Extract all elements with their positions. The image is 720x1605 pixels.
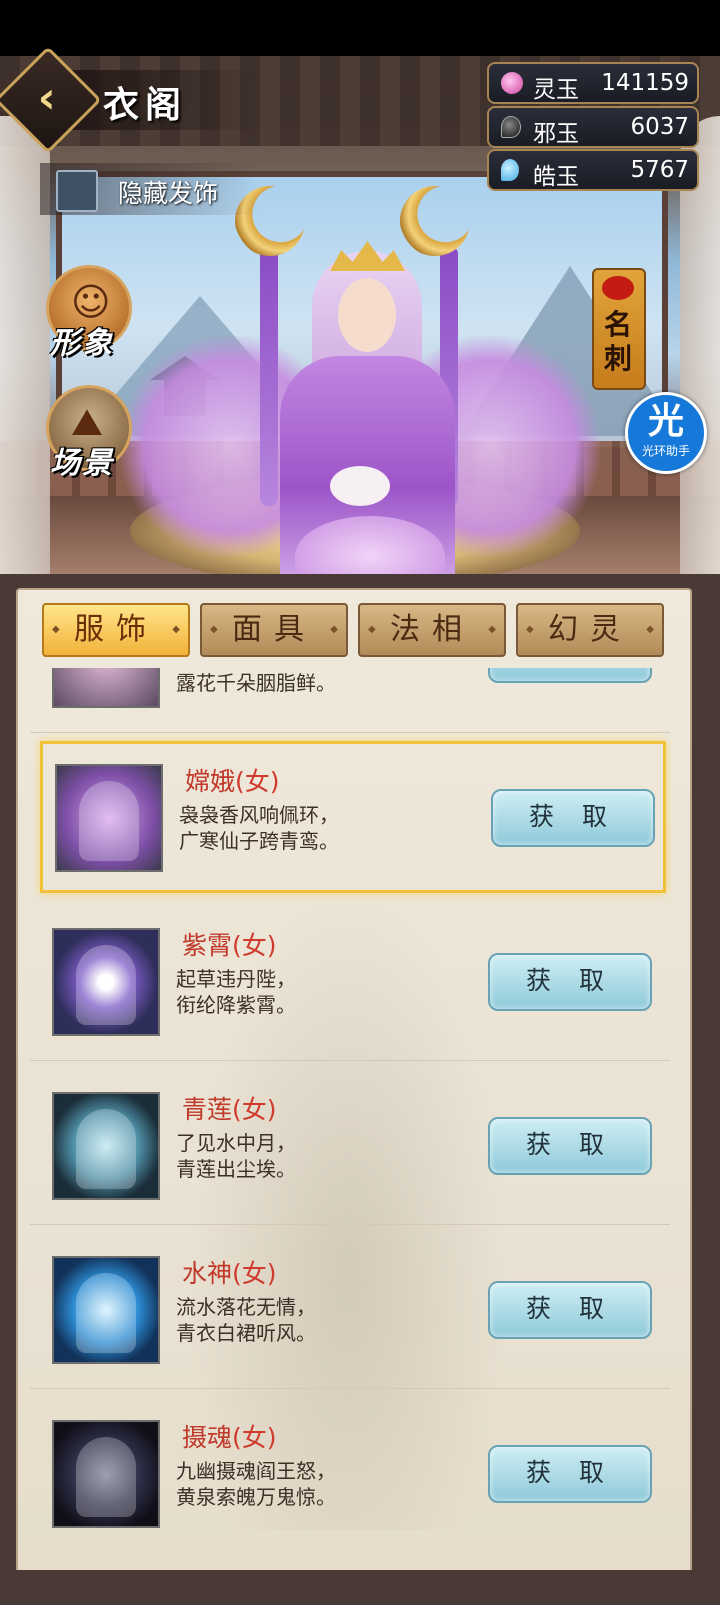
bottom-frame (0, 1570, 720, 1605)
currency-value: 5767 (630, 157, 689, 183)
costume-name: 青莲(女) (182, 1095, 277, 1124)
list-item[interactable]: 青莲(女) 了见水中月， 青莲出尘埃。 获 取 (30, 1062, 670, 1225)
costume-figure (76, 1109, 136, 1189)
costume-figure (76, 945, 136, 1025)
character-crown (330, 241, 405, 271)
ribbon-left (260, 246, 278, 506)
jade-rabbit (330, 466, 390, 506)
helper-label: 光环助手 (641, 444, 690, 458)
helper-floating-button[interactable]: 光 光环助手 (625, 392, 707, 474)
category-tabs: 服饰 面具 法相 幻灵 (42, 603, 664, 657)
currency-value: 6037 (630, 114, 689, 140)
costume-thumbnail (52, 1092, 160, 1200)
namecard-button[interactable]: 名刺 (592, 268, 646, 390)
costume-name: 摄魂(女) (182, 1423, 277, 1452)
costume-description: 袅袅香风响佩环， 广寒仙子跨青鸾。 (179, 803, 339, 853)
currency-name: 灵玉 (533, 77, 579, 103)
currency-name: 皓玉 (533, 164, 579, 190)
costume-thumbnail (52, 1256, 160, 1364)
obtain-button[interactable]: 获 取 (488, 1445, 652, 1503)
page-title: 衣阁 (103, 84, 188, 126)
obtain-button[interactable]: 获 取 (491, 789, 655, 847)
currency-lingyu[interactable]: 灵玉 141159 (487, 62, 699, 104)
costume-name: 紫霄(女) (182, 931, 277, 960)
hide-ornament-label: 隐藏发饰 (118, 179, 219, 208)
costume-name: 水神(女) (182, 1259, 277, 1288)
change-button[interactable]: 更换 (488, 668, 652, 683)
tab-costume[interactable]: 服饰 (42, 603, 190, 657)
helper-glyph: 光 (647, 401, 684, 442)
costume-thumbnail (52, 668, 160, 708)
chevron-left-icon: ‹ (37, 72, 56, 124)
appearance-label: 形象 (50, 326, 114, 361)
scene-label: 场景 (50, 446, 114, 481)
costume-description: 起草违丹陛， 衔纶降紫霄。 (176, 967, 296, 1017)
costume-name: 嫦娥(女) (185, 767, 280, 796)
list-item[interactable]: 露花千朵胭脂鲜。 更换 (30, 668, 670, 733)
currency-xieyu[interactable]: 邪玉 6037 (487, 106, 699, 148)
currency-value: 141159 (601, 70, 689, 96)
costume-description: 九幽摄魂阎王怒， 黄泉索魄万鬼惊。 (176, 1459, 336, 1509)
costume-description: 了见水中月， 青莲出尘埃。 (176, 1131, 296, 1181)
tab-spirit[interactable]: 幻灵 (516, 603, 664, 657)
tab-mask[interactable]: 面具 (200, 603, 348, 657)
list-item[interactable]: 嫦娥(女) 袅袅香风响佩环， 广寒仙子跨青鸾。 获 取 (40, 741, 666, 893)
dark-jade-icon (501, 116, 521, 138)
obtain-button[interactable]: 获 取 (488, 953, 652, 1011)
costume-figure (76, 1437, 136, 1517)
costume-thumbnail (52, 1420, 160, 1528)
tab-dharma-form[interactable]: 法相 (358, 603, 506, 657)
costume-thumbnail (52, 928, 160, 1036)
costume-list[interactable]: 露花千朵胭脂鲜。 更换 嫦娥(女) 袅袅香风响佩环， 广寒仙子跨青鸾。 获 取 … (30, 668, 672, 1552)
character-model[interactable] (120, 186, 600, 596)
currency-name: 邪玉 (533, 121, 579, 147)
obtain-button[interactable]: 获 取 (488, 1117, 652, 1175)
costume-figure (76, 1273, 136, 1353)
blue-jade-icon (501, 159, 519, 181)
costume-description: 露花千朵胭脂鲜。 (176, 671, 336, 695)
list-item[interactable]: 水神(女) 流水落花无情， 青衣白裙听风。 获 取 (30, 1226, 670, 1389)
list-item[interactable]: 紫霄(女) 起草违丹陛， 衔纶降紫霄。 获 取 (30, 898, 670, 1061)
moon-ornament-right (400, 186, 470, 256)
namecard-label: 名刺 (603, 308, 632, 375)
character-face (338, 278, 396, 352)
list-item[interactable]: 摄魂(女) 九幽摄魂阎王怒， 黄泉索魄万鬼惊。 获 取 (30, 1390, 670, 1552)
costume-thumbnail (55, 764, 163, 872)
costume-figure (79, 781, 139, 861)
currency-haoyu[interactable]: 皓玉 5767 (487, 149, 699, 191)
costume-description: 流水落花无情， 青衣白裙听风。 (176, 1295, 316, 1345)
obtain-button[interactable]: 获 取 (488, 1281, 652, 1339)
pink-jade-icon (501, 72, 523, 94)
hide-ornament-checkbox[interactable] (56, 170, 98, 212)
cloud-emblem-icon (602, 276, 634, 300)
